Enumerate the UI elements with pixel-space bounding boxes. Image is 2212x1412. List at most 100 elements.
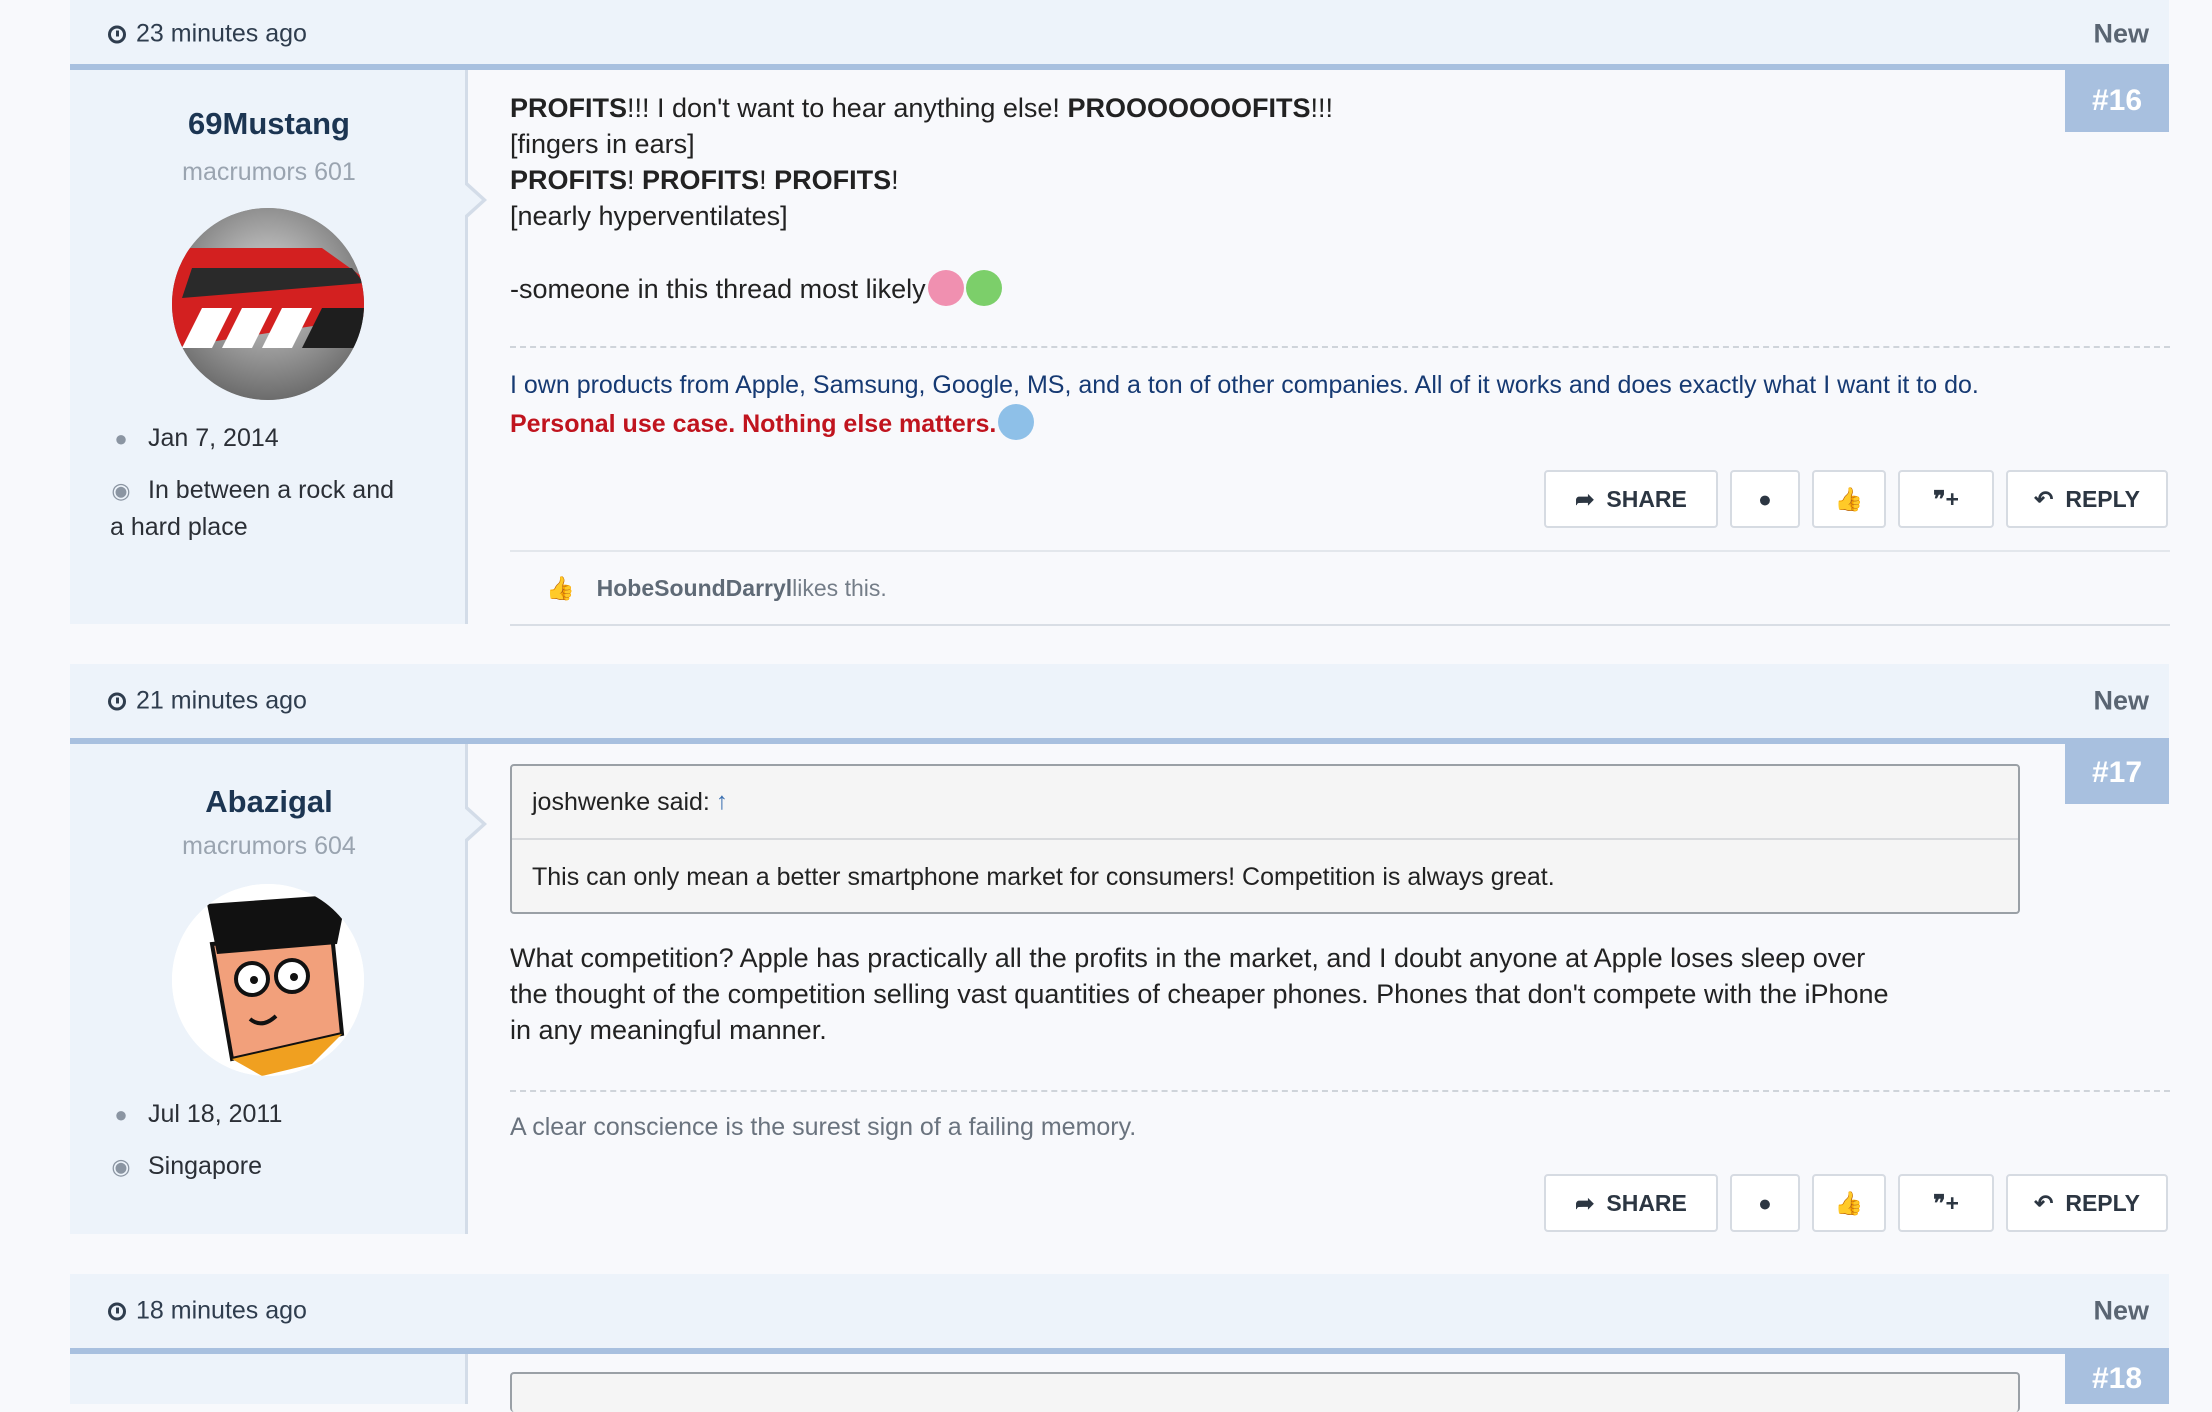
share-button[interactable]: ➦ SHARE xyxy=(1544,470,1718,528)
message-line: [nearly hyperventilates] xyxy=(510,201,788,231)
share-icon: ➦ xyxy=(1575,485,1595,512)
user-title: macrumors 601 xyxy=(182,158,356,186)
bold-text: PROFITS xyxy=(642,165,760,195)
grin-emoji-icon xyxy=(965,270,1002,306)
report-button[interactable]: ● xyxy=(1730,470,1800,528)
multiquote-button[interactable]: ❞+ xyxy=(1898,470,1994,528)
post-time[interactable]: 18 minutes ago xyxy=(108,1297,307,1326)
new-badge: New xyxy=(2093,1295,2149,1326)
user-location: ◉ In between a rock and a hard place xyxy=(110,472,410,545)
post-time-text: 21 minutes ago xyxy=(136,686,307,715)
message-content: PROFITS!!! I don't want to hear anything… xyxy=(510,90,2170,307)
signature-divider xyxy=(510,346,2170,348)
message-line: PROFITS! PROFITS! PROFITS! xyxy=(510,162,2170,198)
multiquote-icon: ❞+ xyxy=(1933,1189,1959,1216)
reply-button[interactable]: ↶ REPLY xyxy=(2006,470,2168,528)
message-line: [fingers in ears] xyxy=(510,129,695,159)
user-icon: ● xyxy=(114,1102,128,1127)
cool-emoji-icon xyxy=(998,404,1035,440)
signature: I own products from Apple, Samsung, Goog… xyxy=(510,366,2170,443)
bold-text: PROOOOOOOFITS xyxy=(1067,93,1311,123)
bold-text: PROFITS xyxy=(510,165,628,195)
user-panel: 69Mustang macrumors 601 ● Jan 7, 2014 ◉ … xyxy=(70,70,487,624)
message-line: What competition? Apple has practically … xyxy=(510,943,1866,973)
post-time-text: 18 minutes ago xyxy=(136,1296,307,1325)
reply-button[interactable]: ↶ REPLY xyxy=(2006,1174,2168,1232)
text: !!! I don't want to hear anything else! xyxy=(627,93,1068,123)
signature: A clear conscience is the surest sign of… xyxy=(510,1108,2170,1146)
location-text: In between a rock and a hard place xyxy=(110,476,394,541)
like-icon: 👍 xyxy=(1834,1189,1864,1216)
post-time[interactable]: 23 minutes ago xyxy=(108,20,307,49)
user-icon: ● xyxy=(114,426,128,451)
report-icon: ● xyxy=(1758,485,1772,512)
joined-date: Jan 7, 2014 xyxy=(148,424,279,452)
text: !!! xyxy=(1310,93,1333,123)
avatar-image xyxy=(172,208,364,400)
message-line: in any meaningful manner. xyxy=(510,1015,827,1045)
text: -someone in this thread most likely xyxy=(510,274,926,304)
avatar[interactable] xyxy=(172,884,364,1076)
signature-red-text: Personal use case. Nothing else matters. xyxy=(510,410,997,438)
message-line: PROFITS!!! I don't want to hear anything… xyxy=(510,90,2170,126)
location-text: Singapore xyxy=(148,1152,262,1180)
report-icon: ● xyxy=(1758,1189,1772,1216)
likes-text: likes this. xyxy=(792,574,887,601)
text: ! xyxy=(759,165,767,195)
post-time[interactable]: 21 minutes ago xyxy=(108,687,307,716)
clock-icon xyxy=(108,692,126,710)
clock-icon xyxy=(108,25,126,43)
signature-divider xyxy=(510,1090,2170,1092)
post-time-text: 23 minutes ago xyxy=(136,19,307,48)
multiquote-button[interactable]: ❞+ xyxy=(1898,1174,1994,1232)
avatar[interactable] xyxy=(172,208,364,400)
report-button[interactable]: ● xyxy=(1730,1174,1800,1232)
like-icon: 👍 xyxy=(1834,485,1864,512)
user-location: ◉ Singapore xyxy=(110,1148,450,1185)
signature-line: Personal use case. Nothing else matters. xyxy=(510,404,2170,443)
location-icon: ◉ xyxy=(111,1154,131,1179)
quote-block: joshwenke said: ↑ This can only mean a b… xyxy=(510,764,2020,914)
quote-header: joshwenke said: ↑ xyxy=(512,766,2018,840)
message-line: -someone in this thread most likely xyxy=(510,270,2170,307)
post-header: 23 minutes ago New xyxy=(70,0,2169,70)
like-icon: 👍 xyxy=(546,574,575,601)
username[interactable]: 69Mustang xyxy=(70,106,468,142)
signature-text: A clear conscience is the surest sign of… xyxy=(510,1113,1137,1141)
post-header: 18 minutes ago New xyxy=(70,1274,2169,1354)
reply-label: REPLY xyxy=(2065,1189,2140,1216)
message-line: the thought of the competition selling v… xyxy=(510,979,1889,1009)
user-joined: ● Jan 7, 2014 xyxy=(110,420,450,457)
user-joined: ● Jul 18, 2011 xyxy=(110,1096,450,1133)
reply-label: REPLY xyxy=(2065,485,2140,512)
user-panel xyxy=(70,1354,468,1404)
quote-block xyxy=(510,1372,2020,1412)
clock-icon xyxy=(108,1302,126,1320)
message-content: What competition? Apple has practically … xyxy=(510,940,2170,1048)
bold-text: PROFITS xyxy=(774,165,892,195)
quote-jump-link[interactable]: ↑ xyxy=(716,788,728,816)
like-button[interactable]: 👍 xyxy=(1812,470,1886,528)
like-button[interactable]: 👍 xyxy=(1812,1174,1886,1232)
liker-username[interactable]: HobeSoundDarryl xyxy=(597,575,793,602)
text: ! xyxy=(891,165,899,195)
user-title: macrumors 604 xyxy=(182,832,356,860)
avatar-image xyxy=(172,884,364,1076)
post-actions: ➦ SHARE ● 👍 ❞+ ↶ REPLY xyxy=(1544,1174,2168,1232)
share-icon: ➦ xyxy=(1575,1189,1595,1216)
text: ! xyxy=(627,165,635,195)
post-number[interactable]: #18 xyxy=(2065,1354,2169,1404)
new-badge: New xyxy=(2093,18,2149,49)
quote-text: This can only mean a better smartphone m… xyxy=(532,862,1555,891)
new-badge: New xyxy=(2093,685,2149,716)
share-label: SHARE xyxy=(1606,485,1687,512)
reply-icon: ↶ xyxy=(2034,485,2054,512)
bold-text: PROFITS xyxy=(510,93,628,123)
panel-arrow xyxy=(462,180,487,220)
post-body: joshwenke said: ↑ This can only mean a b… xyxy=(510,764,2170,1232)
share-button[interactable]: ➦ SHARE xyxy=(1544,1174,1718,1232)
tongue-emoji-icon xyxy=(927,270,964,306)
multiquote-icon: ❞+ xyxy=(1933,485,1959,512)
username[interactable]: Abazigal xyxy=(70,784,468,820)
